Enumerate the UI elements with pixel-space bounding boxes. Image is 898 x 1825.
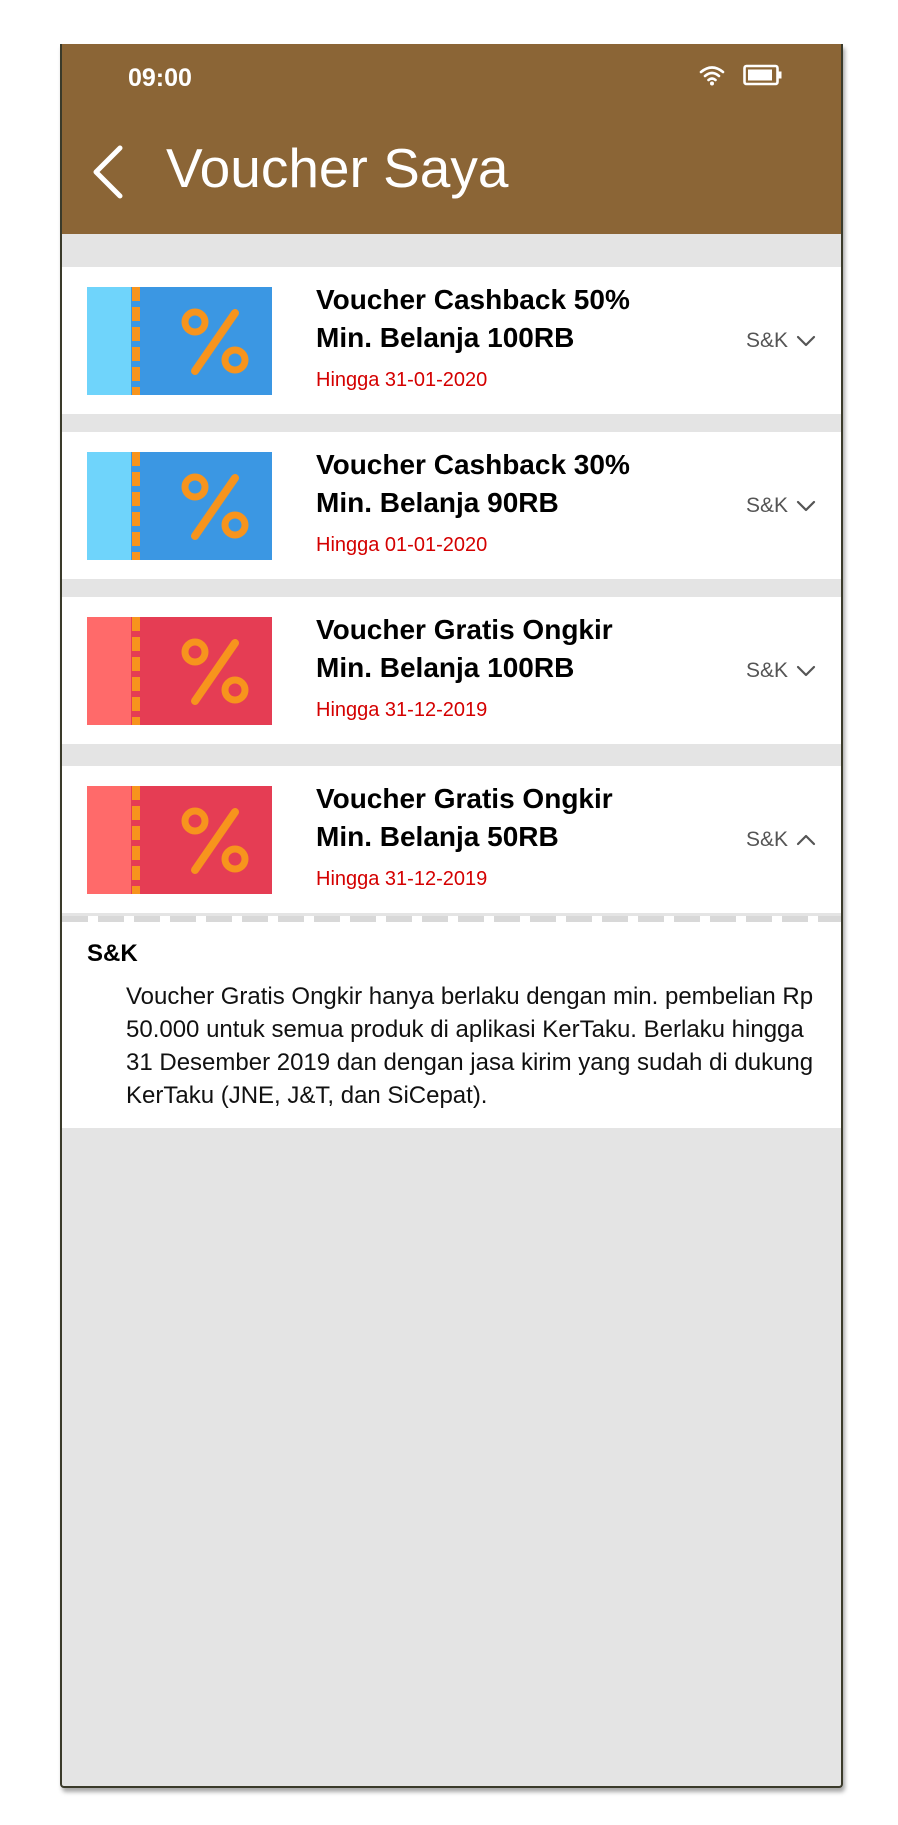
terms-title: S&K: [87, 940, 138, 967]
voucher-title: Voucher Cashback 30% Min. Belanja 90RB: [316, 449, 630, 518]
terms-toggle-label: S&K: [745, 494, 788, 517]
voucher-expiry: Hingga 31-01-2020: [316, 369, 488, 391]
page-title: Voucher Saya: [166, 137, 509, 199]
voucher-ticket-icon: [87, 786, 272, 894]
phone-screen: 09:00 Voucher Saya Voucher Cashback 50% …: [60, 44, 843, 1788]
terms-panel: S&K Voucher Gratis Ongkir hanya berlaku …: [62, 922, 841, 1128]
voucher-expiry: Hingga 01-01-2020: [316, 534, 488, 556]
terms-toggle-label: S&K: [745, 828, 788, 851]
chevron-down-icon: [796, 500, 816, 512]
voucher-expiry: Hingga 31-12-2019: [316, 699, 488, 721]
voucher-card[interactable]: Voucher Gratis Ongkir Min. Belanja 100RB…: [62, 597, 841, 744]
status-icons: [699, 64, 783, 86]
terms-toggle[interactable]: S&K: [746, 828, 816, 852]
terms-toggle-label: S&K: [745, 329, 788, 352]
voucher-title: Voucher Gratis Ongkir Min. Belanja 100RB: [316, 614, 613, 683]
voucher-card[interactable]: Voucher Gratis Ongkir Min. Belanja 50RB H…: [62, 766, 841, 913]
voucher-card[interactable]: Voucher Cashback 30% Min. Belanja 90RB Hi…: [62, 432, 841, 579]
voucher-ticket-icon: [87, 287, 272, 395]
voucher-card[interactable]: Voucher Cashback 50% Min. Belanja 100RB H…: [62, 267, 841, 414]
voucher-ticket-icon: [87, 452, 272, 560]
terms-toggle[interactable]: S&K: [746, 659, 816, 683]
voucher-title: Voucher Cashback 50% Min. Belanja 100RB: [316, 284, 630, 353]
voucher-title: Voucher Gratis Ongkir Min. Belanja 50RB: [316, 783, 613, 852]
chevron-down-icon: [796, 665, 816, 677]
voucher-expiry: Hingga 31-12-2019: [316, 868, 488, 890]
voucher-ticket-icon: [87, 617, 272, 725]
terms-toggle[interactable]: S&K: [746, 494, 816, 518]
back-chevron-icon[interactable]: [88, 142, 128, 202]
terms-toggle-label: S&K: [745, 659, 788, 682]
battery-icon: [743, 64, 782, 86]
wifi-icon: [699, 66, 725, 86]
chevron-down-icon: [796, 335, 816, 347]
chevron-up-icon: [796, 834, 816, 846]
terms-body: Voucher Gratis Ongkir hanya berlaku deng…: [126, 983, 814, 1109]
app-header: 09:00 Voucher Saya: [62, 44, 841, 234]
status-time: 09:00: [128, 64, 192, 92]
terms-toggle[interactable]: S&K: [746, 329, 816, 353]
